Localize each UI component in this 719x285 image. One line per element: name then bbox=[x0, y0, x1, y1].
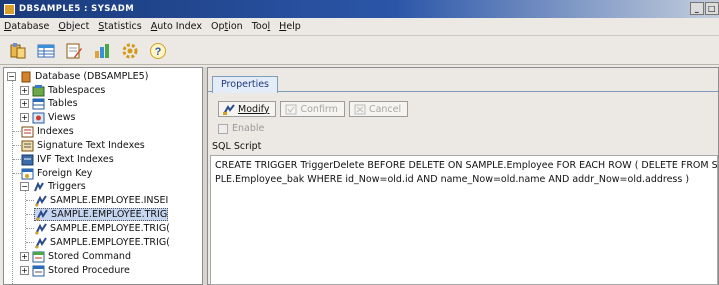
menu-help[interactable]: Help bbox=[279, 21, 301, 32]
tree-node-indexes[interactable]: Indexes bbox=[21, 125, 74, 138]
table-icon[interactable] bbox=[36, 41, 56, 61]
properties-panel: Properties Modify Confirm Cancel Enable … bbox=[207, 67, 719, 285]
menu-option[interactable]: Option bbox=[211, 21, 243, 32]
menu-object[interactable]: Object bbox=[58, 21, 89, 32]
trigger-icon bbox=[34, 222, 47, 235]
help-icon[interactable]: ? bbox=[148, 41, 168, 61]
tree-node-trigger-4[interactable]: SAMPLE.EMPLOYEE.TRIG( bbox=[34, 236, 170, 249]
connect-icon[interactable] bbox=[8, 41, 28, 61]
menu-statistics[interactable]: Statistics bbox=[98, 21, 141, 32]
modify-icon bbox=[223, 103, 235, 115]
views-icon bbox=[32, 112, 45, 124]
sql-line: CREATE TRIGGER TriggerDelete BEFORE DELE… bbox=[215, 160, 718, 171]
tree-node-stored-command[interactable]: + Stored Command bbox=[7, 250, 131, 263]
database-icon bbox=[19, 71, 32, 83]
tree-node-tables[interactable]: + Tables bbox=[20, 97, 78, 110]
ivf-index-icon bbox=[21, 154, 34, 166]
trigger-icon bbox=[34, 194, 47, 207]
menu-auto-index[interactable]: Auto Index bbox=[151, 21, 202, 32]
tablespaces-icon bbox=[32, 84, 45, 97]
stored-command-icon bbox=[32, 251, 45, 263]
enable-checkbox[interactable]: Enable bbox=[218, 123, 264, 134]
tab-strip: Properties bbox=[208, 74, 718, 93]
tree-node-trigger-1[interactable]: SAMPLE.EMPLOYEE.INSEI bbox=[34, 194, 168, 207]
menu-bar: Database Object Statistics Auto Index Op… bbox=[0, 18, 719, 36]
menu-database[interactable]: Database bbox=[4, 21, 49, 32]
stored-procedure-icon bbox=[32, 265, 45, 277]
maximize-button[interactable]: □ bbox=[705, 2, 719, 15]
signature-index-icon bbox=[21, 140, 34, 152]
minimize-button[interactable]: _ bbox=[690, 2, 704, 15]
tab-properties[interactable]: Properties bbox=[212, 76, 279, 93]
sql-script-editor[interactable]: CREATE TRIGGER TriggerDelete BEFORE DELE… bbox=[210, 155, 718, 285]
tree-node-trigger-2[interactable]: SAMPLE.EMPLOYEE.TRIG bbox=[34, 208, 169, 221]
tree-node-database[interactable]: − Database (DBSAMPLE5) bbox=[7, 70, 148, 83]
object-tree[interactable]: − Database (DBSAMPLE5) + Tablespaces + T… bbox=[3, 67, 203, 285]
modify-button[interactable]: Modify bbox=[218, 101, 277, 117]
settings-icon[interactable] bbox=[120, 41, 140, 61]
tree-node-signature-text-indexes[interactable]: Signature Text Indexes bbox=[21, 139, 145, 152]
tree-node-ivf-text-indexes[interactable]: IVF Text Indexes bbox=[21, 153, 114, 166]
title-bar: DBSAMPLE5 : SYSADM _ □ bbox=[0, 0, 719, 18]
tree-node-stored-procedure[interactable]: + Stored Procedure bbox=[7, 264, 130, 277]
tree-node-views[interactable]: + Views bbox=[20, 111, 76, 124]
cancel-icon bbox=[354, 104, 366, 115]
window-title: DBSAMPLE5 : SYSADM bbox=[19, 4, 135, 14]
trigger-icon bbox=[35, 208, 48, 221]
checkbox-box[interactable] bbox=[218, 123, 228, 134]
indexes-icon bbox=[21, 126, 34, 138]
app-icon bbox=[4, 3, 15, 15]
sql-script-label: SQL Script bbox=[212, 141, 262, 152]
toolbar: ? bbox=[0, 37, 719, 65]
trigger-icon bbox=[34, 236, 47, 249]
confirm-icon bbox=[285, 104, 297, 115]
triggers-icon bbox=[32, 181, 45, 193]
tree-node-tablespaces[interactable]: + Tablespaces bbox=[20, 84, 105, 97]
window-controls: _ □ bbox=[689, 2, 719, 15]
action-buttons: Modify Confirm Cancel bbox=[218, 101, 412, 117]
menu-tool[interactable]: Tool bbox=[252, 21, 270, 32]
tree-node-foreign-key[interactable]: Foreign Key bbox=[21, 167, 92, 180]
tree-node-triggers[interactable]: − Triggers bbox=[7, 180, 86, 193]
edit-icon[interactable] bbox=[64, 41, 84, 61]
foreign-key-icon bbox=[21, 168, 34, 180]
chart-icon[interactable] bbox=[92, 41, 112, 61]
sql-line: PLE.Employee_bak WHERE id_Now=old.id AND… bbox=[215, 174, 690, 185]
tree-node-trigger-3[interactable]: SAMPLE.EMPLOYEE.TRIG( bbox=[34, 222, 170, 235]
cancel-button[interactable]: Cancel bbox=[348, 101, 409, 117]
svg-text:?: ? bbox=[155, 46, 162, 58]
tables-icon bbox=[32, 98, 45, 110]
confirm-button[interactable]: Confirm bbox=[280, 101, 345, 117]
